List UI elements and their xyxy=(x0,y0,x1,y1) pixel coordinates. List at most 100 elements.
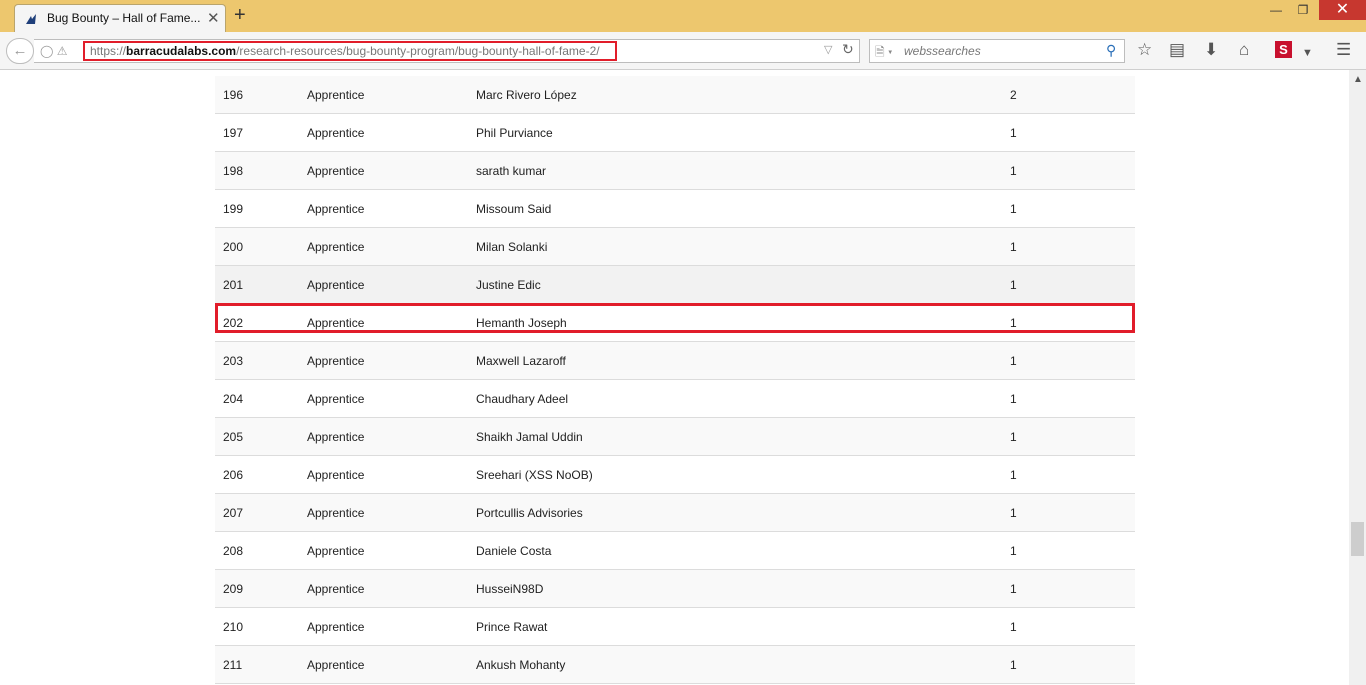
researcher-name-cell: Justine Edic xyxy=(476,278,541,292)
bookmarks-list-icon[interactable]: ▤ xyxy=(1169,40,1185,60)
level-cell: Apprentice xyxy=(307,582,365,596)
researcher-name-cell: Hemanth Joseph xyxy=(476,316,567,330)
level-cell: Apprentice xyxy=(307,468,365,482)
rank-cell: 198 xyxy=(223,164,244,178)
table-row: 199 Apprentice Missoum Said 1 xyxy=(215,190,1135,228)
bug-count-cell: 1 xyxy=(1010,164,1017,178)
table-row: 201 Apprentice Justine Edic 1 xyxy=(215,266,1135,304)
browser-tab[interactable]: Bug Bounty – Hall of Fame... ✕ xyxy=(14,4,226,32)
level-cell: Apprentice xyxy=(307,164,365,178)
url-prefix: https:// xyxy=(90,44,127,58)
researcher-name-cell: Chaudhary Adeel xyxy=(476,392,569,406)
bug-count-cell: 1 xyxy=(1010,126,1017,140)
url-dropdown-icon[interactable]: ▽ xyxy=(824,43,832,56)
rank-cell: 201 xyxy=(223,278,244,292)
rank-cell: 209 xyxy=(223,582,244,596)
level-cell: Apprentice xyxy=(307,354,365,368)
scroll-up-icon[interactable]: ▲ xyxy=(1353,74,1363,85)
table-row: 207 Apprentice Portcullis Advisories 1 xyxy=(215,494,1135,532)
site-identity-icon[interactable]: ◯ ⚠ xyxy=(40,44,68,58)
researcher-name-cell: Portcullis Advisories xyxy=(476,506,583,520)
table-row: 205 Apprentice Shaikh Jamal Uddin 1 xyxy=(215,418,1135,456)
url-text[interactable]: https://barracudalabs.com/research-resou… xyxy=(90,44,600,58)
new-tab-button[interactable]: + xyxy=(234,4,246,26)
level-cell: Apprentice xyxy=(307,316,365,330)
researcher-name-cell: Milan Solanki xyxy=(476,240,548,254)
level-cell: Apprentice xyxy=(307,88,365,102)
table-row: 204 Apprentice Chaudhary Adeel 1 xyxy=(215,380,1135,418)
barracuda-favicon-icon xyxy=(26,14,36,24)
bug-count-cell: 1 xyxy=(1010,544,1017,558)
level-cell: Apprentice xyxy=(307,620,365,634)
researcher-name-cell: Ankush Mohanty xyxy=(476,658,566,672)
tab-close-icon[interactable]: ✕ xyxy=(207,9,220,27)
home-icon[interactable]: ⌂ xyxy=(1239,40,1249,60)
researcher-name-cell: sarath kumar xyxy=(476,164,547,178)
level-cell: Apprentice xyxy=(307,430,365,444)
menu-icon[interactable]: ☰ xyxy=(1336,40,1351,60)
rank-cell: 207 xyxy=(223,506,244,520)
search-bar[interactable]: 🗎 ▾ webssearches ⚲ xyxy=(869,39,1125,63)
rank-cell: 202 xyxy=(223,316,244,330)
bug-count-cell: 1 xyxy=(1010,506,1017,520)
table-row-highlighted: 202 Apprentice Hemanth Joseph 1 xyxy=(215,303,1135,342)
rank-cell: 203 xyxy=(223,354,244,368)
level-cell: Apprentice xyxy=(307,506,365,520)
url-bar[interactable]: ◯ ⚠ https://barracudalabs.com/research-r… xyxy=(34,39,860,63)
rank-cell: 196 xyxy=(223,88,244,102)
researcher-name-cell: Marc Rivero López xyxy=(476,88,577,102)
table-row: 211 Apprentice Ankush Mohanty 1 xyxy=(215,646,1135,684)
researcher-name-cell: Shaikh Jamal Uddin xyxy=(476,430,583,444)
rank-cell: 204 xyxy=(223,392,244,406)
bug-count-cell: 1 xyxy=(1010,430,1017,444)
window-minimize-button[interactable]: — xyxy=(1265,0,1287,20)
scroll-thumb[interactable] xyxy=(1351,522,1364,556)
reload-icon[interactable]: ↻ xyxy=(842,41,854,58)
level-cell: Apprentice xyxy=(307,126,365,140)
search-engine-icon[interactable]: 🗎 ▾ xyxy=(875,43,892,64)
table-row: 200 Apprentice Milan Solanki 1 xyxy=(215,228,1135,266)
researcher-name-cell: HusseiN98D xyxy=(476,582,544,596)
back-arrow-icon: ← xyxy=(12,42,28,59)
url-path: /research-resources/bug-bounty-program/b… xyxy=(236,44,600,58)
level-cell: Apprentice xyxy=(307,240,365,254)
downloads-icon[interactable]: ⬇ xyxy=(1204,40,1218,60)
hall-of-fame-table: 196 Apprentice Marc Rivero López 2 197 A… xyxy=(215,76,1135,684)
bug-count-cell: 1 xyxy=(1010,658,1017,672)
level-cell: Apprentice xyxy=(307,658,365,672)
title-bar: Bug Bounty – Hall of Fame... ✕ + — ❐ ✕ xyxy=(0,0,1366,32)
vertical-scrollbar[interactable]: ▲ xyxy=(1349,70,1366,685)
bug-count-cell: 1 xyxy=(1010,278,1017,292)
bookmark-star-icon[interactable]: ☆ xyxy=(1137,40,1152,60)
window-maximize-button[interactable]: ❐ xyxy=(1292,0,1314,20)
bug-count-cell: 1 xyxy=(1010,240,1017,254)
tab-title: Bug Bounty – Hall of Fame... xyxy=(47,11,201,25)
researcher-name-cell: Sreehari (XSS NoOB) xyxy=(476,468,593,482)
level-cell: Apprentice xyxy=(307,544,365,558)
researcher-name-cell: Prince Rawat xyxy=(476,620,548,634)
table-row: 210 Apprentice Prince Rawat 1 xyxy=(215,608,1135,646)
rank-cell: 211 xyxy=(223,658,243,672)
navigation-toolbar: ← ◯ ⚠ https://barracudalabs.com/research… xyxy=(0,32,1366,70)
table-row: 208 Apprentice Daniele Costa 1 xyxy=(215,532,1135,570)
rank-cell: 208 xyxy=(223,544,244,558)
table-row: 197 Apprentice Phil Purviance 1 xyxy=(215,114,1135,152)
bug-count-cell: 1 xyxy=(1010,316,1017,330)
window-close-button[interactable]: ✕ xyxy=(1319,0,1366,20)
level-cell: Apprentice xyxy=(307,202,365,216)
rank-cell: 210 xyxy=(223,620,244,634)
table-row: 206 Apprentice Sreehari (XSS NoOB) 1 xyxy=(215,456,1135,494)
researcher-name-cell: Daniele Costa xyxy=(476,544,552,558)
bug-count-cell: 1 xyxy=(1010,582,1017,596)
search-icon[interactable]: ⚲ xyxy=(1106,42,1116,59)
search-input[interactable]: webssearches xyxy=(904,44,981,58)
bug-count-cell: 1 xyxy=(1010,202,1017,216)
addon-s-icon[interactable]: S xyxy=(1275,41,1292,58)
back-button[interactable]: ← xyxy=(6,38,34,64)
addon-dropdown-icon[interactable]: ▼ xyxy=(1302,43,1313,63)
researcher-name-cell: Phil Purviance xyxy=(476,126,553,140)
researcher-name-cell: Maxwell Lazaroff xyxy=(476,354,566,368)
table-row: 196 Apprentice Marc Rivero López 2 xyxy=(215,76,1135,114)
rank-cell: 199 xyxy=(223,202,244,216)
rank-cell: 197 xyxy=(223,126,244,140)
